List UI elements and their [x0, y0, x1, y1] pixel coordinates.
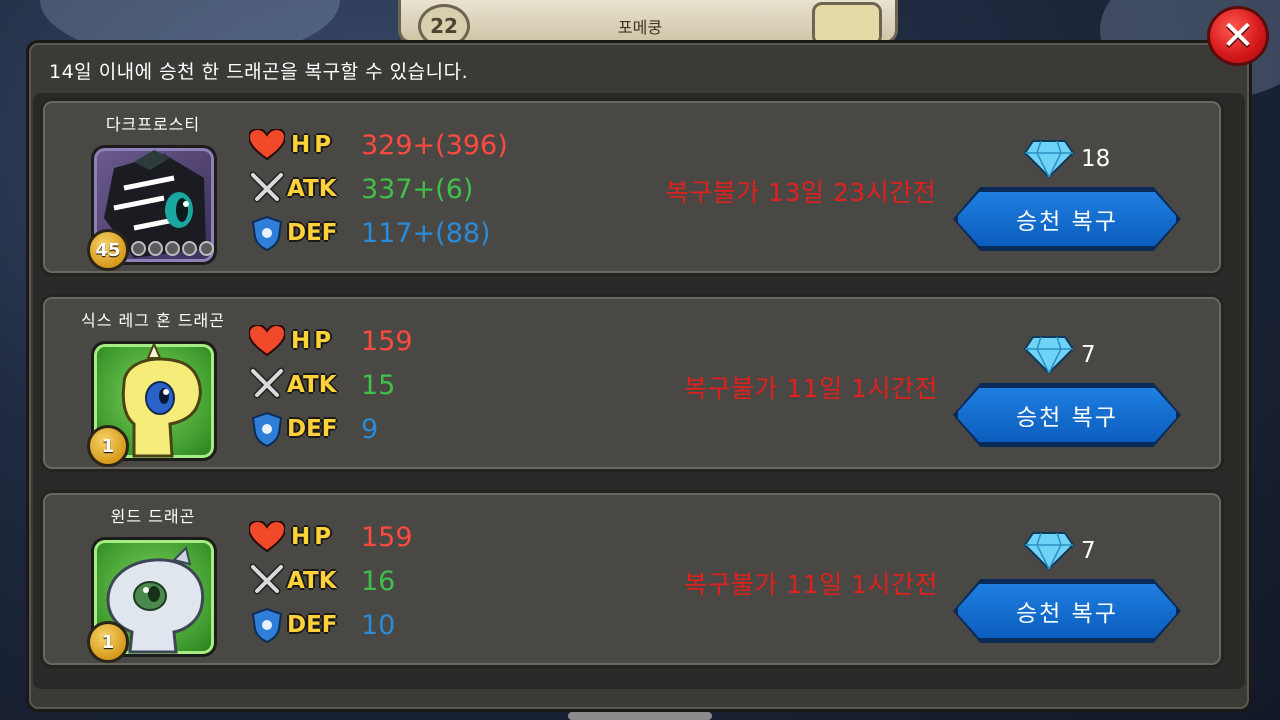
atk-label: ATK	[287, 568, 337, 594]
close-icon: ✕	[1221, 13, 1255, 59]
crossed-swords-icon	[247, 365, 287, 405]
hp-row: HP 159	[247, 321, 413, 361]
restore-deadline-text: 복구불가 11일 1시간전	[683, 570, 939, 599]
def-row: DEF 10	[247, 605, 395, 645]
hp-label: HP	[291, 132, 336, 158]
gem-cost: 7	[1023, 335, 1096, 375]
hp-value: 329+(396)	[361, 129, 508, 161]
empty-star-icon	[148, 241, 163, 256]
restore-deadline-text: 복구불가 13일 23시간전	[665, 178, 937, 207]
gem-cost: 18	[1023, 139, 1110, 179]
crossed-swords-icon	[247, 169, 287, 209]
shield-icon	[247, 409, 287, 449]
shield-icon	[247, 605, 287, 645]
def-label: DEF	[287, 220, 338, 246]
restore-button[interactable]: 승천 복구	[955, 581, 1179, 641]
star-slots	[131, 241, 214, 256]
atk-label: ATK	[287, 372, 337, 398]
gem-cost: 7	[1023, 531, 1096, 571]
atk-row: ATK 337+(6)	[247, 169, 473, 209]
empty-star-icon	[199, 241, 214, 256]
gem-count: 7	[1081, 342, 1096, 368]
crossed-swords-icon	[247, 561, 287, 601]
level-badge: 1	[87, 425, 129, 467]
diamond-icon	[1023, 532, 1075, 571]
heart-icon	[247, 517, 287, 557]
dragon-name: 윈드 드래곤	[110, 507, 196, 526]
hp-label: HP	[291, 328, 336, 354]
atk-label: ATK	[287, 176, 337, 202]
def-value: 10	[361, 609, 396, 641]
dragon-card: 윈드 드래곤 1 HP 159 ATK 16 DEF 10 복구불가 11일 1…	[40, 490, 1224, 668]
scrollbar-thumb[interactable]	[568, 712, 712, 720]
empty-star-icon	[131, 241, 146, 256]
dragon-card: 다크프로스티 45 HP 329+(396) ATK 337+(6) DEF 1…	[40, 98, 1224, 276]
atk-value: 16	[361, 565, 396, 597]
restore-button[interactable]: 승천 복구	[955, 385, 1179, 445]
empty-star-icon	[165, 241, 180, 256]
diamond-icon	[1023, 336, 1075, 375]
atk-row: ATK 15	[247, 365, 395, 405]
level-badge: 1	[87, 621, 129, 663]
restore-button[interactable]: 승천 복구	[955, 189, 1179, 249]
def-label: DEF	[287, 416, 338, 442]
atk-value: 15	[361, 369, 396, 401]
diamond-icon	[1023, 140, 1075, 179]
def-label: DEF	[287, 612, 338, 638]
background-title: 포메쿵	[617, 18, 663, 37]
dragon-name: 식스 레그 혼 드래곤	[80, 311, 226, 330]
restore-deadline-text: 복구불가 11일 1시간전	[683, 374, 939, 403]
notice-text: 14일 이내에 승천 한 드래곤을 복구할 수 있습니다.	[49, 61, 469, 83]
def-value: 117+(88)	[361, 217, 491, 249]
close-button[interactable]: ✕	[1207, 6, 1269, 66]
heart-icon	[247, 321, 287, 361]
dragon-name: 다크프로스티	[105, 115, 201, 134]
gem-count: 18	[1081, 146, 1111, 172]
atk-row: ATK 16	[247, 561, 395, 601]
def-row: DEF 117+(88)	[247, 213, 491, 253]
level-badge: 45	[87, 229, 129, 271]
empty-star-icon	[182, 241, 197, 256]
def-row: DEF 9	[247, 409, 378, 449]
hp-label: HP	[291, 524, 336, 550]
dragon-card: 식스 레그 혼 드래곤 1 HP 159 ATK 15 DEF 9 복구불가 1…	[40, 294, 1224, 472]
atk-value: 337+(6)	[361, 173, 474, 205]
shield-icon	[247, 213, 287, 253]
hp-row: HP 159	[247, 517, 413, 557]
hp-row: HP 329+(396)	[247, 125, 508, 165]
hp-value: 159	[361, 325, 413, 357]
gem-count: 7	[1081, 538, 1096, 564]
heart-icon	[247, 125, 287, 165]
def-value: 9	[361, 413, 379, 445]
hp-value: 159	[361, 521, 413, 553]
